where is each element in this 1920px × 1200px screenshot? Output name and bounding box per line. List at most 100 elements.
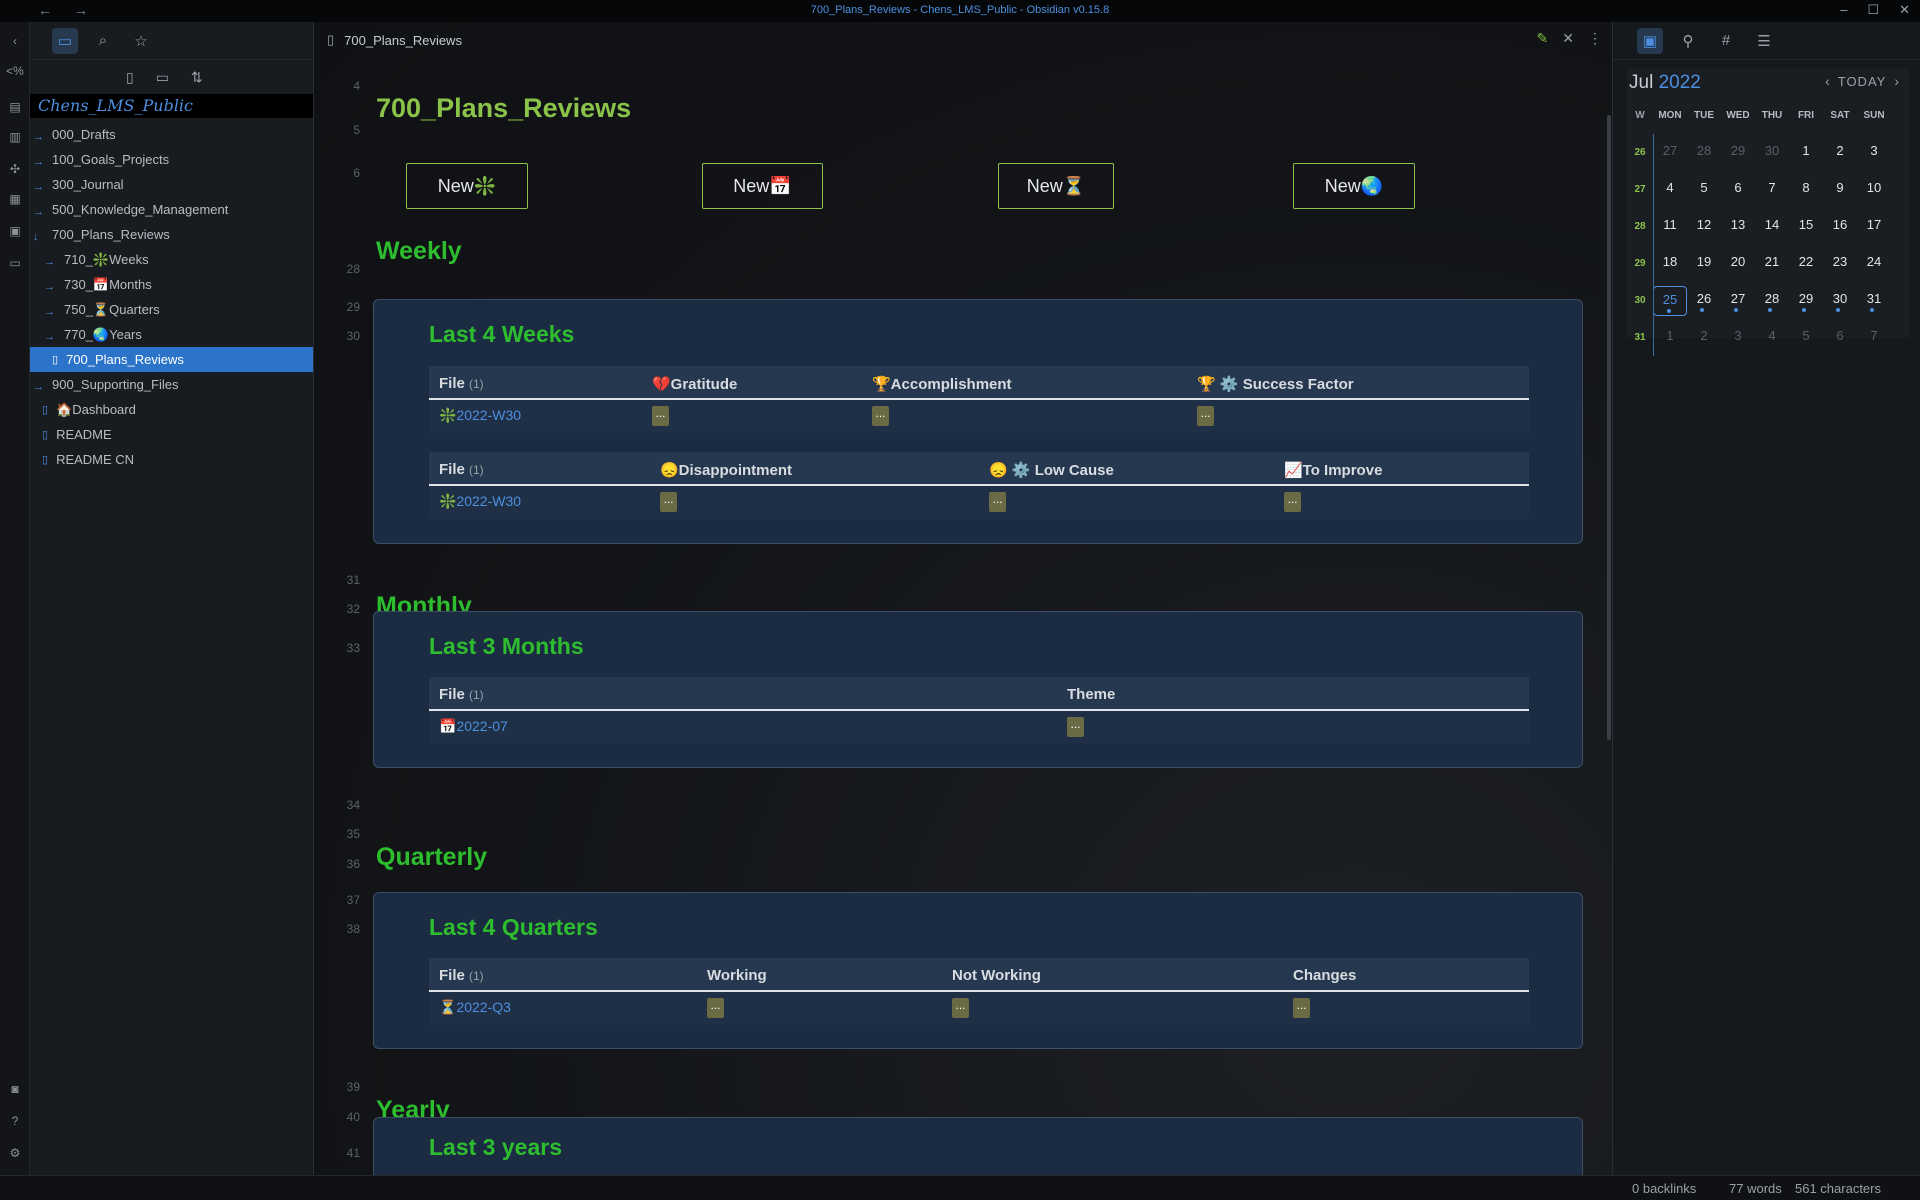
more-options-icon[interactable]: ⋮ [1588,30,1602,47]
tree-item[interactable]: → 770_🌏Years [30,322,313,347]
tree-item[interactable]: → 100_Goals_Projects [30,147,313,172]
settings-icon[interactable]: ⚙ [6,1144,24,1162]
new-folder-icon[interactable]: ▭ [156,69,169,86]
calendar-day[interactable]: 27 [1721,286,1755,316]
calendar-day[interactable]: 19 [1687,249,1721,279]
calendar-day[interactable]: 10 [1857,175,1891,205]
calendar-day[interactable]: 7 [1755,175,1789,205]
calendar-day[interactable]: 8 [1789,175,1823,205]
cell-ellipsis[interactable]: ... [1197,406,1214,426]
calendar-day[interactable]: 24 [1857,249,1891,279]
file-link[interactable]: ⏳2022-Q3 [439,999,511,1016]
template-icon[interactable]: ▥ [6,128,24,146]
week-number[interactable]: 30 [1627,295,1653,306]
table-icon[interactable]: ▣ [6,222,24,240]
calendar-day[interactable]: 4 [1653,175,1687,205]
today-button[interactable]: TODAY [1838,74,1887,89]
chevron-right-icon[interactable]: → [33,381,44,393]
editor-scrollbar[interactable] [1607,115,1611,740]
calendar-day[interactable]: 18 [1653,249,1687,279]
calendar-day[interactable]: 13 [1721,212,1755,242]
calendar-day[interactable]: 28 [1755,286,1789,316]
tree-item[interactable]: → 300_Journal [30,172,313,197]
tree-item[interactable]: → 900_Supporting_Files [30,372,313,397]
tree-item[interactable]: ▯ 700_Plans_Reviews [30,347,313,372]
chevron-right-icon[interactable]: → [33,181,44,193]
calendar-day[interactable]: 6 [1721,175,1755,205]
calendar-day[interactable]: 1 [1789,138,1823,168]
new-week-button[interactable]: New❇️ [406,163,528,209]
calendar-day[interactable]: 15 [1789,212,1823,242]
date-icon[interactable]: ▭ [6,254,24,272]
calendar-icon[interactable]: ▤ [6,98,24,116]
tree-item[interactable]: ▯ 🏠Dashboard [30,397,313,422]
calendar-day[interactable]: 11 [1653,212,1687,242]
new-month-button[interactable]: New📅 [702,163,823,209]
prev-month-icon[interactable]: ‹ [1825,73,1830,89]
cell-ellipsis[interactable]: ... [952,998,969,1018]
sort-icon[interactable]: ⇅ [191,69,203,86]
file-link[interactable]: 📅2022-07 [439,718,508,735]
calendar-day[interactable]: 3 [1721,323,1755,353]
chevron-down-icon[interactable]: ↓ [33,231,39,243]
cell-ellipsis[interactable]: ... [1067,717,1084,737]
tree-item[interactable]: ↓ 700_Plans_Reviews [30,222,313,247]
calendar-day[interactable]: 5 [1687,175,1721,205]
calendar-day[interactable]: 29 [1789,286,1823,316]
chevron-right-icon[interactable]: → [44,281,55,293]
calendar-day[interactable]: 17 [1857,212,1891,242]
search-tab-icon[interactable]: ⌕ [90,28,116,54]
tree-item[interactable]: → 710_❇️Weeks [30,247,313,272]
cell-ellipsis[interactable]: ... [707,998,724,1018]
chevron-right-icon[interactable]: → [33,156,44,168]
calendar-tab-icon[interactable]: ▣ [1637,27,1663,54]
vault-name[interactable]: Chens_LMS_Public [30,94,313,118]
calendar-day[interactable]: 21 [1755,249,1789,279]
cell-ellipsis[interactable]: ... [660,492,677,512]
calendar-day[interactable]: 3 [1857,138,1891,168]
week-number[interactable]: 31 [1627,332,1653,343]
maximize-button[interactable]: ☐ [1867,2,1879,18]
help-icon[interactable]: ? [6,1112,24,1130]
cell-ellipsis[interactable]: ... [989,492,1006,512]
view-title[interactable]: 700_Plans_Reviews [344,33,462,48]
calendar-day[interactable]: 12 [1687,212,1721,242]
star-tab-icon[interactable]: ☆ [128,28,154,54]
file-link[interactable]: ❇️2022-W30 [439,493,521,510]
edit-pencil-icon[interactable]: ✎ [1537,30,1549,47]
calendar-day[interactable]: 2 [1823,138,1857,168]
file-link[interactable]: ❇️2022-W30 [439,407,521,424]
files-tab-icon[interactable]: ▭ [52,27,78,54]
minimize-button[interactable]: – [1840,2,1847,18]
stack-icon[interactable]: ▦ [6,190,24,208]
tree-item[interactable]: → 730_📅Months [30,272,313,297]
calendar-day[interactable]: 7 [1857,323,1891,353]
calendar-day[interactable]: 23 [1823,249,1857,279]
tags-tab-icon[interactable]: # [1713,28,1739,54]
cell-ellipsis[interactable]: ... [1284,492,1301,512]
backlinks-tab-icon[interactable]: ⚲ [1675,28,1701,54]
week-number[interactable]: 27 [1627,184,1653,195]
calendar-day[interactable]: 20 [1721,249,1755,279]
calendar-day[interactable]: 4 [1755,323,1789,353]
week-number[interactable]: 28 [1627,221,1653,232]
calendar-day[interactable]: 30 [1823,286,1857,316]
calendar-day[interactable]: 26 [1687,286,1721,316]
close-window-button[interactable]: ✕ [1899,2,1910,18]
cell-ellipsis[interactable]: ... [652,406,669,426]
new-quarter-button[interactable]: New⏳ [998,163,1114,209]
calendar-day[interactable]: 29 [1721,138,1755,168]
calendar-day[interactable]: 27 [1653,138,1687,168]
calendar-day[interactable]: 9 [1823,175,1857,205]
vault-icon[interactable]: ◙ [6,1080,24,1098]
new-note-icon[interactable]: ▯ [126,69,134,86]
calendar-day[interactable]: 1 [1653,323,1687,353]
chevron-right-icon[interactable]: → [33,206,44,218]
calendar-day[interactable]: 31 [1857,286,1891,316]
chevron-right-icon[interactable]: → [44,256,55,268]
calendar-day[interactable]: 22 [1789,249,1823,279]
calendar-day[interactable]: 5 [1789,323,1823,353]
calendar-day[interactable]: 28 [1687,138,1721,168]
cell-ellipsis[interactable]: ... [872,406,889,426]
graph-icon[interactable]: ✣ [6,160,24,178]
